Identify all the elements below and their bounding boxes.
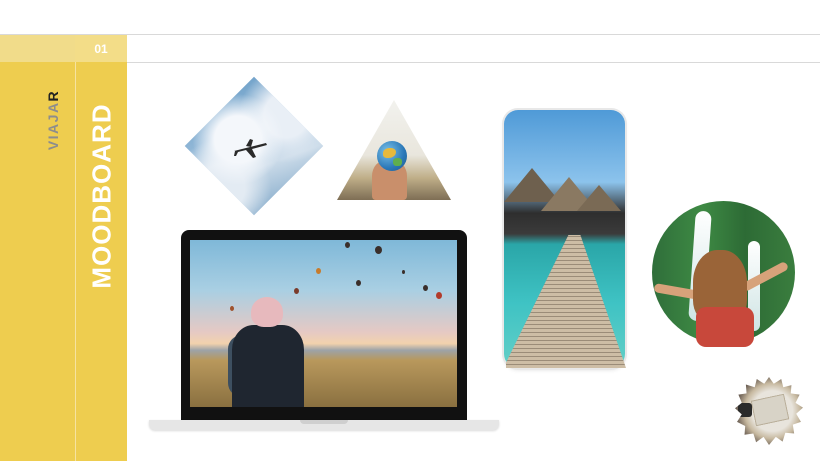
balloon-shape: [230, 306, 234, 311]
laptop-notch: [300, 420, 348, 424]
balloon-shape: [294, 288, 299, 294]
balloon-shape: [356, 280, 361, 286]
traveler-body: [232, 325, 304, 407]
backpack-shape: [696, 307, 754, 347]
pink-hat-shape: [251, 297, 283, 327]
sidebar-left: [0, 62, 75, 461]
balloon-shape: [436, 292, 442, 299]
balloon-shape: [345, 242, 350, 248]
globe-icon: [377, 141, 407, 171]
balloon-shape: [375, 246, 382, 254]
balloon-shape: [423, 285, 428, 291]
slide-number: 01: [75, 35, 127, 62]
header-band: [0, 35, 75, 62]
brand-prefix: VIAJA: [45, 101, 61, 151]
balloon-shape: [402, 270, 405, 274]
map-shape: [750, 393, 790, 427]
badge-image: [735, 377, 803, 445]
balloon-shape: [316, 268, 321, 274]
brand-suffix: R: [45, 89, 61, 102]
page-title: MOODBOARD: [86, 103, 117, 289]
airplane-icon: [234, 139, 267, 158]
bungalow-roof: [577, 185, 621, 211]
camera-icon: [738, 403, 752, 417]
brand-logo: VIAJAR: [45, 90, 61, 150]
